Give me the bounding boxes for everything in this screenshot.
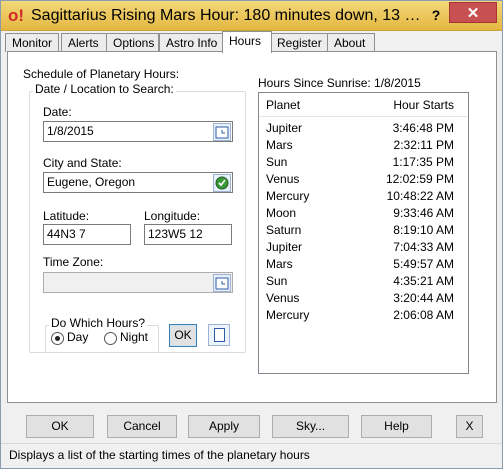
city-label: City and State: xyxy=(43,156,122,170)
table-row[interactable]: Mercury 10:48:22 AM xyxy=(259,189,468,206)
hour-starts-cell: 4:35:21 AM xyxy=(393,274,454,288)
planet-cell: Jupiter xyxy=(266,240,303,254)
tab-about[interactable]: About xyxy=(327,33,375,52)
planet-cell: Mars xyxy=(266,257,293,271)
hour-starts-cell: 9:33:46 AM xyxy=(393,206,454,220)
planet-cell: Saturn xyxy=(266,223,302,237)
planet-cell: Mercury xyxy=(266,189,310,203)
app-icon: o! xyxy=(7,6,25,25)
table-row[interactable]: Jupiter 3:46:48 PM xyxy=(259,121,468,138)
hour-starts-cell: 2:06:08 AM xyxy=(393,308,454,322)
table-row[interactable]: Saturn 8:19:10 AM xyxy=(259,223,468,240)
table-row[interactable]: Mars 5:49:57 AM xyxy=(259,257,468,274)
planet-cell: Sun xyxy=(266,155,288,169)
apply-button[interactable]: Apply xyxy=(188,415,260,438)
clock-icon[interactable] xyxy=(213,274,231,292)
tab-alerts[interactable]: Alerts xyxy=(61,33,107,52)
hour-starts-cell: 10:48:22 AM xyxy=(386,189,454,203)
table-row[interactable]: Venus 3:20:44 AM xyxy=(259,291,468,308)
status-bar: Displays a list of the starting times of… xyxy=(1,443,502,468)
cancel-button[interactable]: Cancel xyxy=(107,415,177,438)
hours-since-sunrise-title: Hours Since Sunrise: 1/8/2015 xyxy=(258,76,421,90)
help-button[interactable]: Help xyxy=(361,415,432,438)
latitude-label: Latitude: xyxy=(43,209,90,223)
hour-starts-cell: 7:04:33 AM xyxy=(393,240,454,254)
globe-icon[interactable] xyxy=(213,174,231,192)
date-label: Date: xyxy=(43,105,72,119)
hour-starts-cell: 12:02:59 PM xyxy=(385,172,454,186)
search-ok-button[interactable]: OK xyxy=(169,324,197,347)
hours-tab-panel: Schedule of Planetary Hours: Date / Loca… xyxy=(7,51,497,403)
which-hours-label: Do Which Hours? xyxy=(49,316,148,330)
ok-button[interactable]: OK xyxy=(26,415,94,438)
app-window: o! Sagittarius Rising Mars Hour: 180 min… xyxy=(0,0,503,469)
sky-button[interactable]: Sky... xyxy=(272,415,349,438)
latitude-field[interactable]: 44N3 7 xyxy=(43,224,131,245)
hour-starts-cell: 5:49:57 AM xyxy=(393,257,454,271)
table-row[interactable]: Sun 1:17:35 PM xyxy=(259,155,468,172)
planet-cell: Venus xyxy=(266,172,300,186)
longitude-label: Longitude: xyxy=(144,209,201,223)
hour-starts-cell: 3:20:44 AM xyxy=(393,291,454,305)
longitude-field[interactable]: 123W5 12 xyxy=(144,224,232,245)
status-text: Displays a list of the starting times of… xyxy=(9,448,310,462)
timezone-label: Time Zone: xyxy=(43,255,104,269)
hour-starts-cell: 1:17:35 PM xyxy=(392,155,454,169)
calendar-icon[interactable] xyxy=(213,123,231,141)
hour-starts-cell: 3:46:48 PM xyxy=(392,121,454,135)
day-radio-label[interactable]: Day xyxy=(67,330,88,344)
column-header-hour-starts[interactable]: Hour Starts xyxy=(393,98,454,112)
help-title-button[interactable]: ? xyxy=(426,6,446,24)
planet-cell: Moon xyxy=(266,206,297,220)
planetary-hours-table[interactable]: Planet Hour Starts Jupiter 3:46:48 PM Mar… xyxy=(258,92,469,374)
tab-hours[interactable]: Hours xyxy=(222,31,272,53)
table-row[interactable]: Mars 2:32:11 PM xyxy=(259,138,468,155)
document-icon[interactable] xyxy=(208,324,230,346)
planet-cell: Mars xyxy=(266,138,293,152)
table-row[interactable]: Jupiter 7:04:33 AM xyxy=(259,240,468,257)
day-radio[interactable] xyxy=(51,332,64,345)
table-row[interactable]: Mercury 2:06:08 AM xyxy=(259,308,468,325)
tab-options[interactable]: Options xyxy=(106,33,159,52)
column-header-planet[interactable]: Planet xyxy=(266,98,300,112)
hour-starts-cell: 8:19:10 AM xyxy=(393,223,454,237)
night-radio-label[interactable]: Night xyxy=(120,330,148,344)
schedule-label: Schedule of Planetary Hours: xyxy=(23,67,180,81)
table-row[interactable]: Moon 9:33:46 AM xyxy=(259,206,468,223)
table-header: Planet Hour Starts xyxy=(259,93,468,117)
city-field[interactable]: Eugene, Oregon xyxy=(43,172,233,193)
tab-astro-info[interactable]: Astro Info xyxy=(159,33,223,52)
night-radio[interactable] xyxy=(104,332,117,345)
timezone-field[interactable] xyxy=(43,272,233,293)
planet-cell: Venus xyxy=(266,291,300,305)
table-row[interactable]: Sun 4:35:21 AM xyxy=(259,274,468,291)
date-field[interactable]: 1/8/2015 xyxy=(43,121,233,142)
planet-cell: Jupiter xyxy=(266,121,303,135)
hour-starts-cell: 2:32:11 PM xyxy=(393,138,454,152)
tab-register[interactable]: Register xyxy=(270,33,328,52)
table-row[interactable]: Venus 12:02:59 PM xyxy=(259,172,468,189)
date-location-label: Date / Location to Search: xyxy=(33,82,176,96)
title-bar[interactable]: o! Sagittarius Rising Mars Hour: 180 min… xyxy=(1,1,502,31)
close-button[interactable]: X xyxy=(456,415,483,438)
close-window-button[interactable]: ✕ xyxy=(449,2,497,23)
planet-cell: Mercury xyxy=(266,308,310,322)
tab-monitor[interactable]: Monitor xyxy=(5,33,59,52)
planet-cell: Sun xyxy=(266,274,288,288)
window-title: Sagittarius Rising Mars Hour: 180 minute… xyxy=(31,7,423,24)
